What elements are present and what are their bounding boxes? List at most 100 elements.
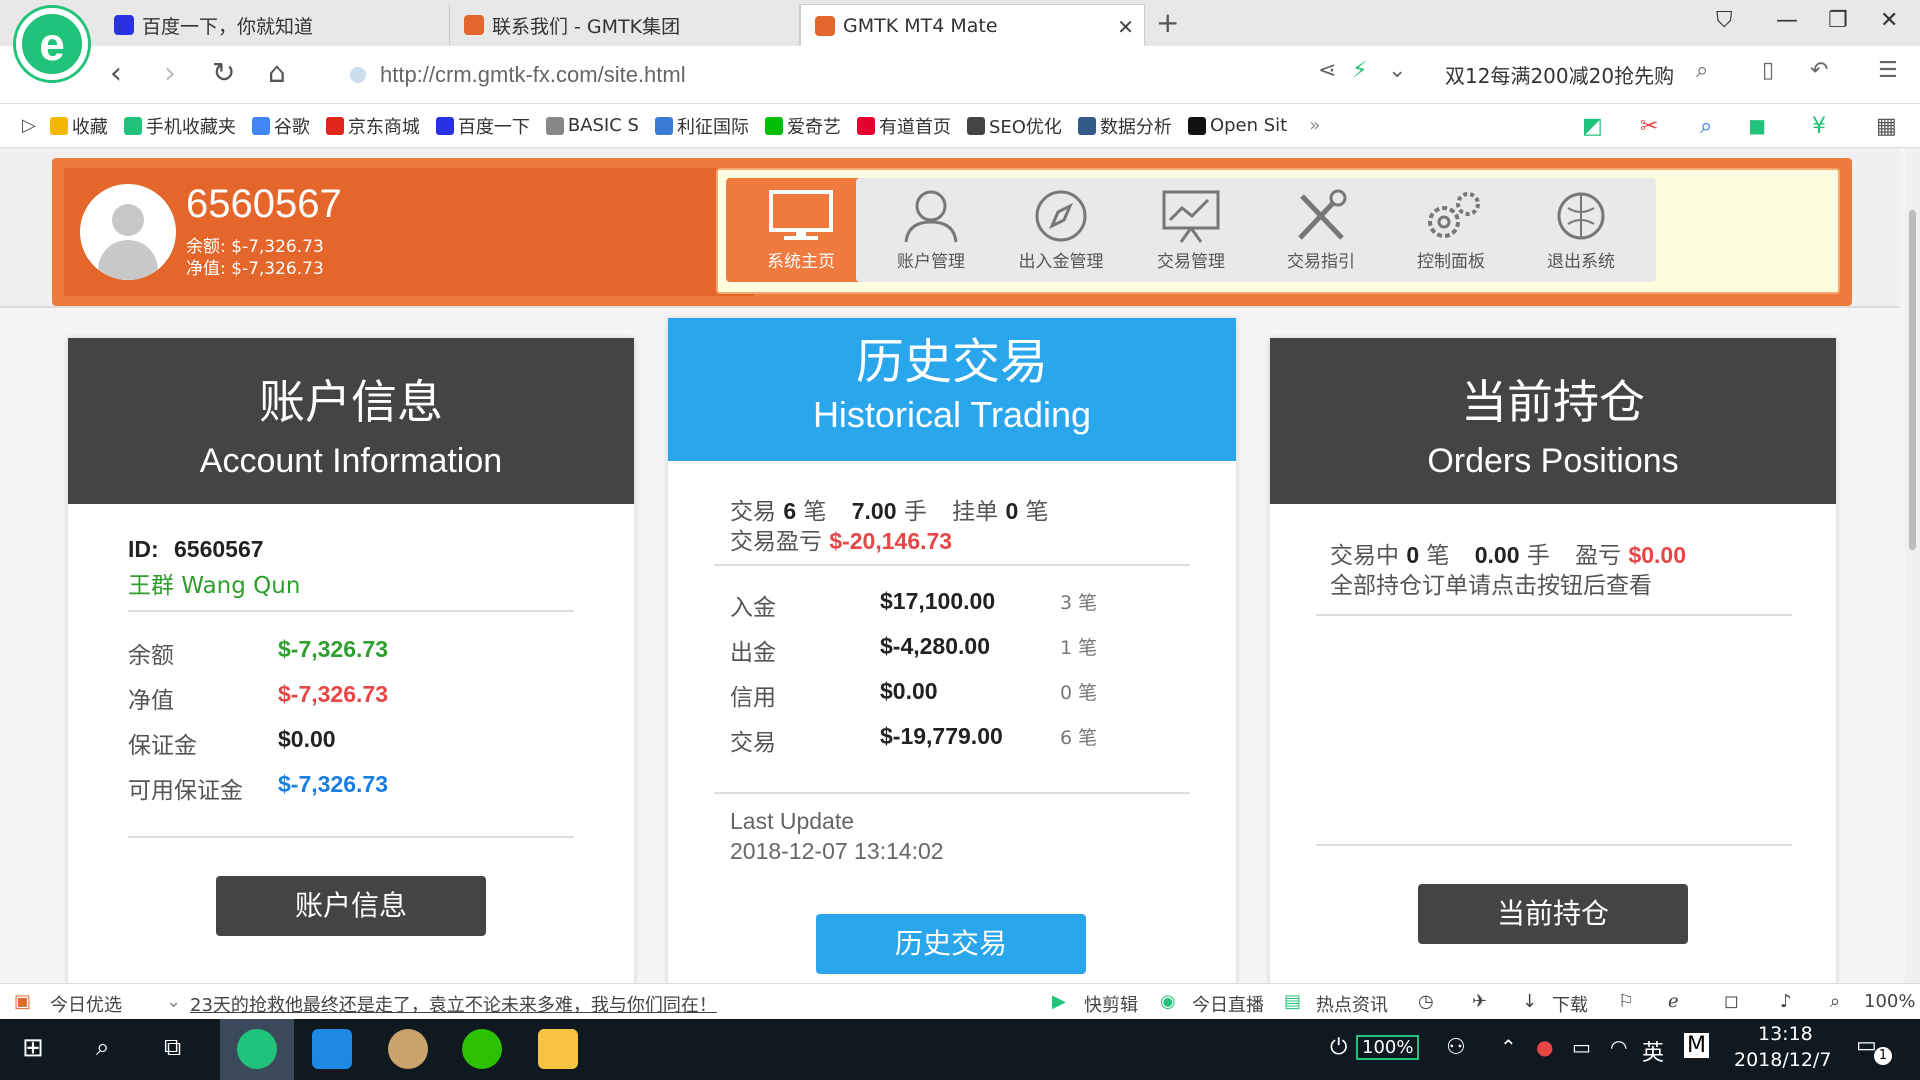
translate-icon[interactable]: ◩: [1582, 114, 1603, 139]
account-row-label: 保证金: [128, 733, 197, 759]
news-headline-link[interactable]: 23天的抢救他最终还是走了，袁立不论未来多难，我与你们同在！: [190, 991, 717, 1017]
bookmark-item[interactable]: Open Sit: [1187, 115, 1287, 136]
account-info-button[interactable]: 账户信息: [216, 876, 486, 936]
speaker-icon[interactable]: ♪: [1780, 991, 1792, 1012]
minimize-icon[interactable]: —: [1776, 8, 1798, 33]
bookmark-item[interactable]: 爱奇艺: [764, 113, 841, 139]
forward-icon[interactable]: ›: [164, 56, 176, 91]
chevron-down-icon[interactable]: ⌄: [1388, 58, 1406, 83]
live-link[interactable]: 今日直播: [1192, 991, 1264, 1017]
browser-taskbar-icon[interactable]: [237, 1029, 277, 1069]
bookmark-item[interactable]: 收藏: [49, 113, 108, 139]
apps-grid-icon[interactable]: ▦: [1876, 114, 1897, 139]
search-icon[interactable]: ⌕: [1696, 58, 1708, 83]
close-window-icon[interactable]: ✕: [1880, 8, 1898, 33]
nav-account-management[interactable]: 账户管理: [856, 178, 1006, 282]
home-icon[interactable]: ⌂: [268, 56, 286, 89]
pin-icon[interactable]: ✈: [1472, 991, 1487, 1012]
task-view-icon[interactable]: ⧉: [164, 1033, 181, 1061]
paint-taskbar-icon[interactable]: [388, 1029, 428, 1069]
bookmark-label: 百度一下: [457, 116, 530, 138]
nav-funds-management[interactable]: 出入金管理: [986, 178, 1136, 282]
mobile-icon[interactable]: ▯: [1762, 58, 1774, 83]
today-pick[interactable]: 今日优选: [50, 991, 122, 1017]
download-link[interactable]: 下载: [1552, 991, 1588, 1017]
tab-label: 联系我们 - GMTK集团: [492, 15, 681, 38]
bookmark-item[interactable]: 谷歌: [251, 113, 310, 139]
restore-icon[interactable]: ❐: [1828, 8, 1848, 33]
search-icon[interactable]: ⌕: [96, 1033, 109, 1061]
tab-gmtk-mt4-mate[interactable]: GMTK MT4 Mate ✕: [800, 4, 1145, 46]
scrollbar-thumb[interactable]: [1909, 210, 1916, 550]
browser-logo-icon[interactable]: e: [16, 8, 88, 80]
nav-trading-guide[interactable]: 交易指引: [1246, 178, 1396, 282]
flag-icon[interactable]: ⚐: [1618, 991, 1634, 1012]
bookmark-item[interactable]: 有道首页: [856, 113, 951, 139]
gamepad-icon[interactable]: ◼: [1748, 114, 1766, 139]
battery-indicator[interactable]: 100%: [1356, 1035, 1420, 1060]
pnl-value: $-20,146.73: [829, 528, 953, 554]
nav-home[interactable]: 系统主页: [726, 178, 876, 282]
tray-app-icon[interactable]: ●: [1536, 1035, 1553, 1059]
zoom-level[interactable]: 100%: [1864, 991, 1915, 1012]
bookmark-item[interactable]: 数据分析: [1077, 113, 1172, 139]
site-info-icon[interactable]: [350, 67, 366, 83]
close-tab-icon[interactable]: ✕: [1117, 15, 1134, 39]
office-taskbar-icon[interactable]: [312, 1029, 352, 1069]
nav-logout[interactable]: 退出系统: [1506, 178, 1656, 282]
page-scrollbar[interactable]: [1905, 148, 1920, 983]
funds-row-count: 0 笔: [1060, 682, 1098, 704]
user-icon: [904, 190, 958, 243]
url-input[interactable]: http://crm.gmtk-fx.com/site.html: [350, 56, 1450, 94]
lightning-icon[interactable]: ⚡: [1352, 58, 1367, 83]
wechat-taskbar-icon[interactable]: [462, 1029, 502, 1069]
shirt-skin-icon[interactable]: ⛉: [1716, 8, 1733, 33]
scissors-icon[interactable]: ✂: [1640, 114, 1658, 139]
window-icon[interactable]: ◻: [1724, 991, 1739, 1012]
hot-news-link[interactable]: 热点资讯: [1316, 991, 1388, 1017]
ie-icon[interactable]: ℯ: [1668, 991, 1679, 1012]
nav-control-panel[interactable]: 控制面板: [1376, 178, 1526, 282]
reload-icon[interactable]: ↻: [212, 56, 235, 89]
clock-date[interactable]: 2018/12/7: [1734, 1049, 1831, 1071]
nav-trade-management[interactable]: 交易管理: [1116, 178, 1266, 282]
search-suggestion[interactable]: 双12每满200减20抢先购: [1445, 60, 1674, 89]
chevron-down-icon[interactable]: ⌄: [166, 991, 181, 1012]
orders-positions-button[interactable]: 当前持仓: [1418, 884, 1688, 944]
last-update-label: Last Update: [730, 808, 855, 834]
bookmark-item[interactable]: 手机收藏夹: [123, 113, 236, 139]
back-icon[interactable]: ‹: [110, 56, 122, 91]
sidebar-toggle-icon[interactable]: ▷: [22, 115, 36, 136]
bookmark-label: 收藏: [71, 116, 108, 138]
magnifier-icon[interactable]: ⌕: [1700, 114, 1712, 139]
ime-mode-icon[interactable]: M: [1684, 1033, 1709, 1058]
speed-icon[interactable]: ◷: [1418, 991, 1434, 1012]
tray-chevron-icon[interactable]: ⌃: [1500, 1035, 1517, 1059]
account-row-value: $-7,326.73: [278, 681, 388, 707]
file-explorer-taskbar-icon[interactable]: [538, 1029, 578, 1069]
bookmark-item[interactable]: 京东商城: [325, 113, 420, 139]
more-bookmarks-icon[interactable]: »: [1309, 115, 1320, 136]
new-tab-icon[interactable]: +: [1156, 6, 1179, 39]
zoom-icon[interactable]: ⌕: [1830, 991, 1840, 1012]
clock-time[interactable]: 13:18: [1758, 1023, 1813, 1045]
quick-edit-link[interactable]: 快剪辑: [1084, 991, 1138, 1017]
historical-trading-button[interactable]: 历史交易: [816, 914, 1086, 974]
battery-icon[interactable]: ▭: [1572, 1035, 1591, 1059]
main-nav: 系统主页 账户管理 出入金管理 交易管理 交易指引 控制面板 退出系统: [716, 168, 1840, 294]
menu-icon[interactable]: ☰: [1878, 58, 1898, 83]
wifi-icon[interactable]: ◠: [1610, 1035, 1627, 1059]
money-icon[interactable]: ¥: [1812, 114, 1826, 139]
people-icon[interactable]: ⚇: [1446, 1035, 1466, 1060]
tab-baidu[interactable]: 百度一下，你就知道: [100, 4, 450, 46]
input-method[interactable]: 英: [1642, 1035, 1664, 1067]
tab-contact-us[interactable]: 联系我们 - GMTK集团: [450, 4, 800, 46]
windows-start-icon[interactable]: ⊞: [22, 1033, 44, 1063]
share-icon[interactable]: ⋖: [1318, 58, 1336, 83]
bookmark-item[interactable]: SEO优化: [966, 113, 1062, 139]
undo-icon[interactable]: ↶: [1810, 58, 1828, 83]
bookmark-item[interactable]: 百度一下: [435, 113, 530, 139]
bookmark-item[interactable]: BASIC S: [545, 115, 639, 136]
bookmark-item[interactable]: 利征国际: [654, 113, 749, 139]
play-icon: ▶: [1052, 991, 1066, 1012]
